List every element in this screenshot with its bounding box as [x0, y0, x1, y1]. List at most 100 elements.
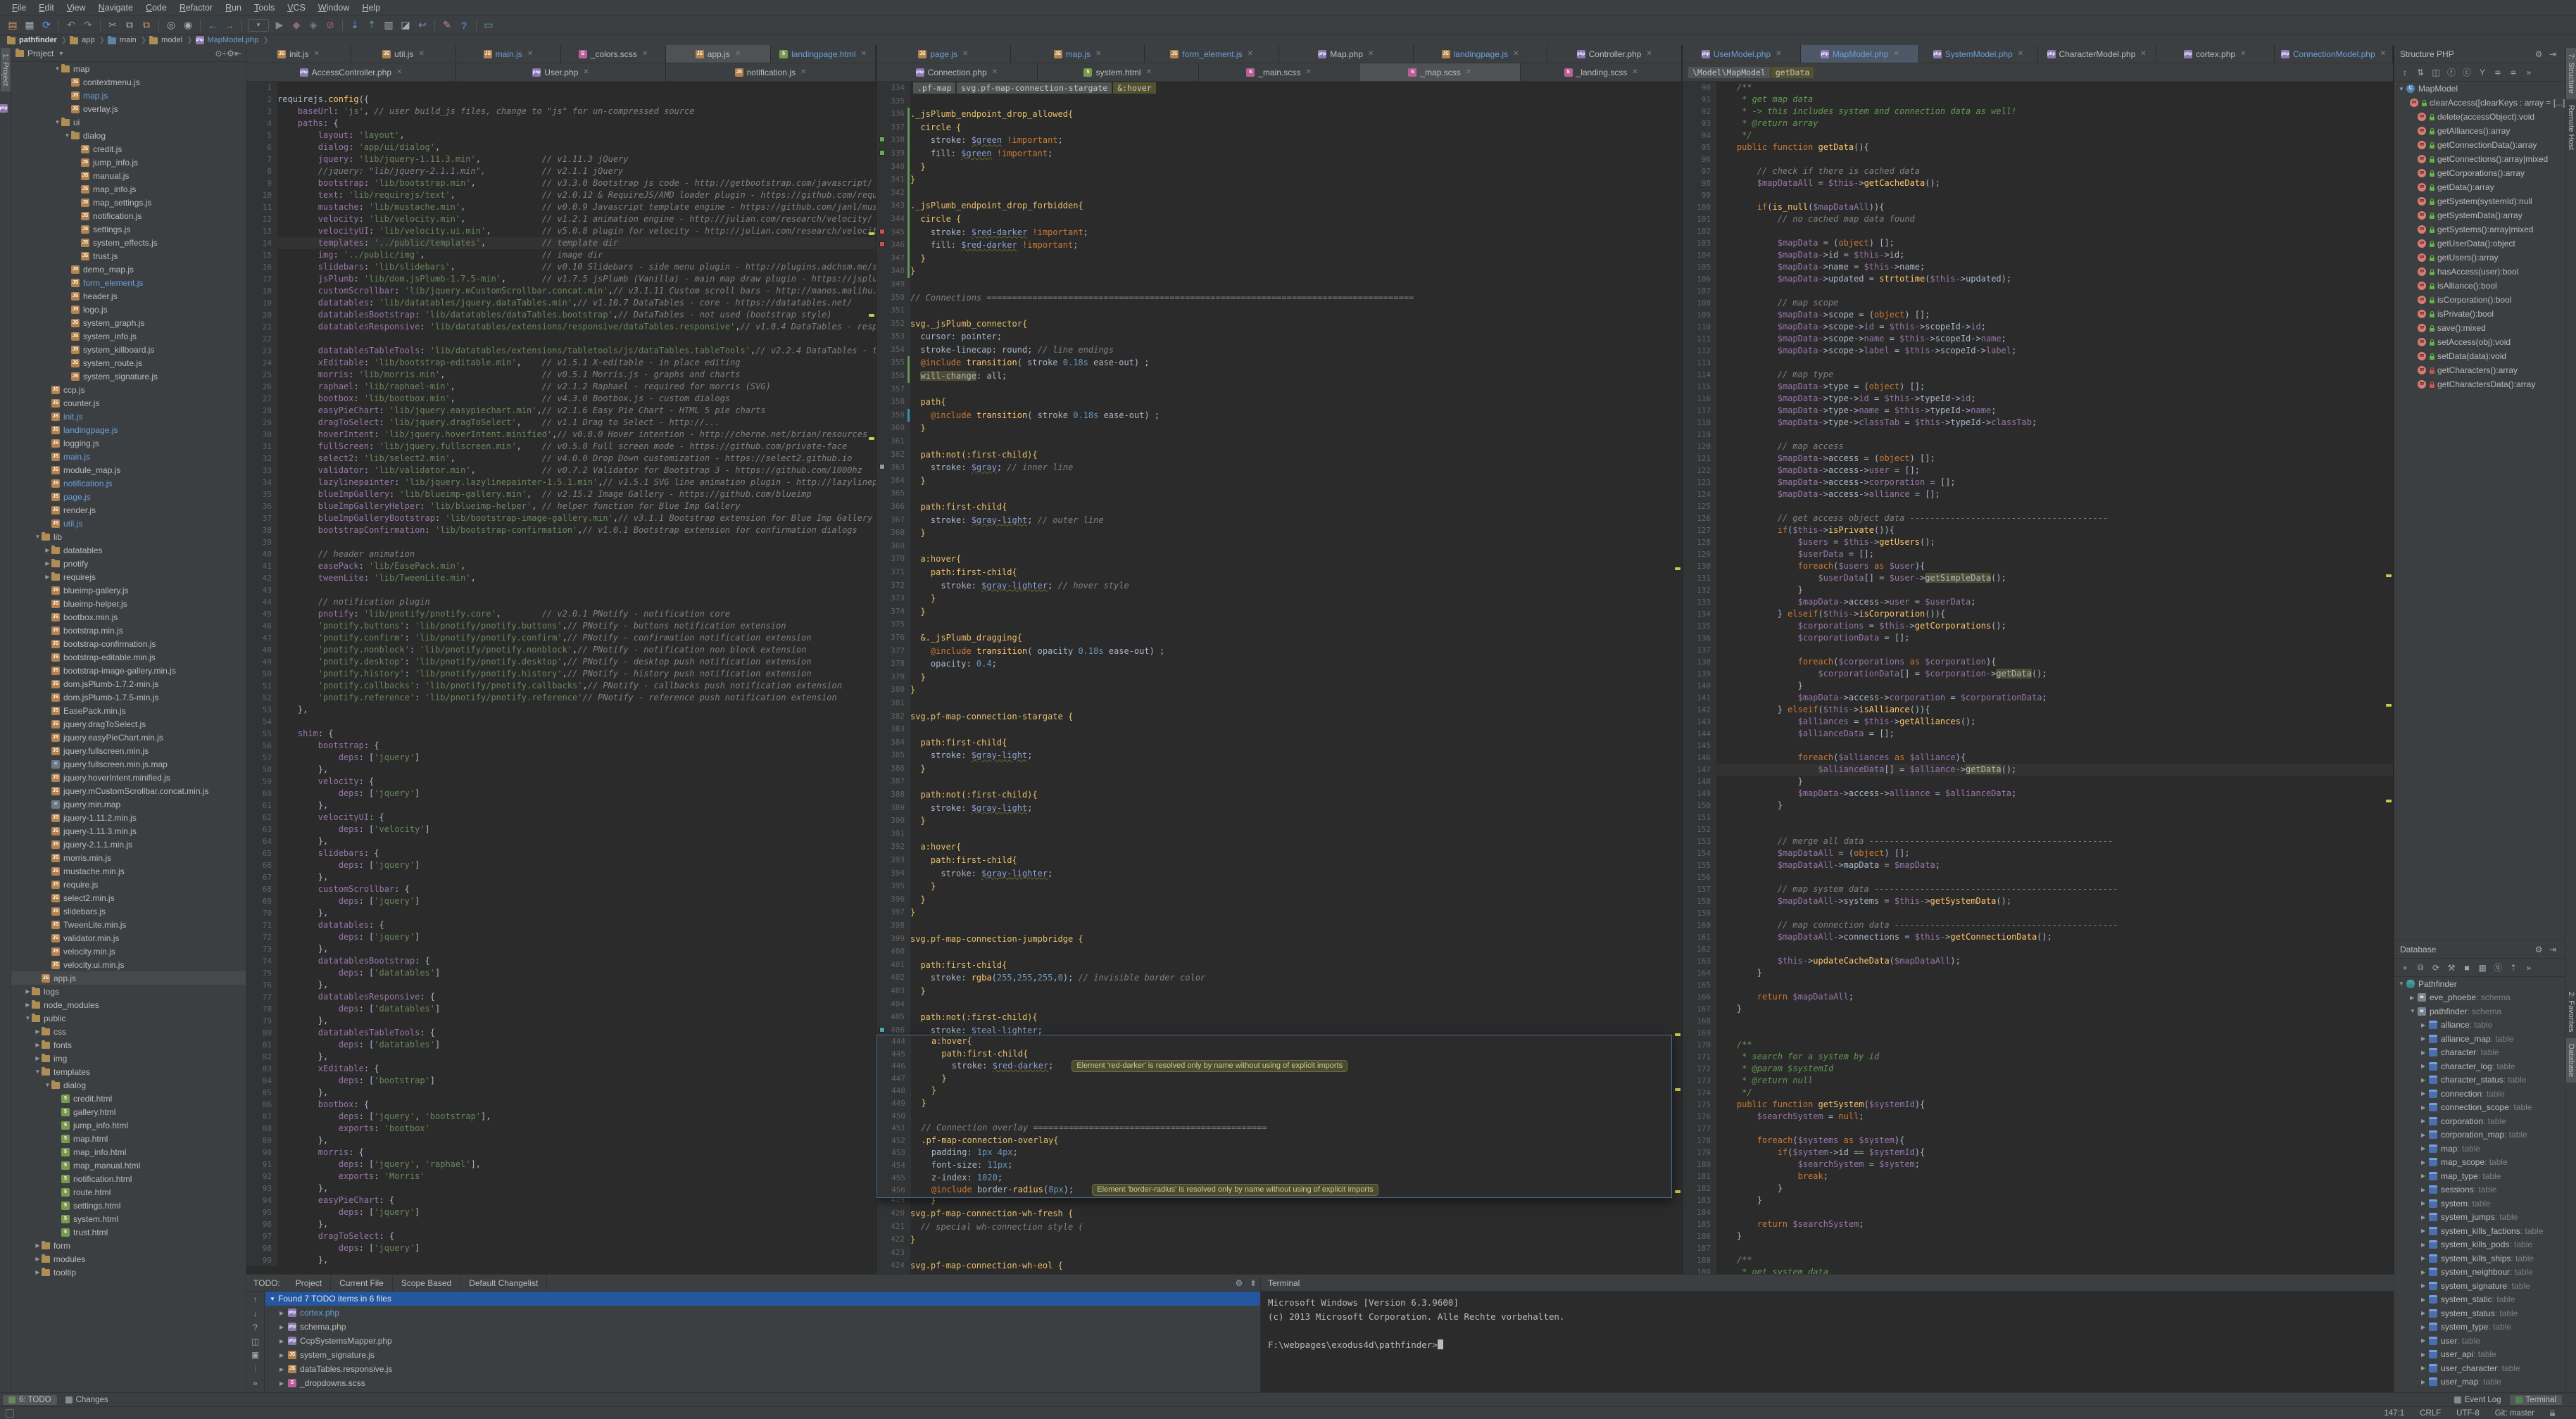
todo-file-row[interactable]: ▶phpschema.php: [265, 1320, 1260, 1334]
code-line[interactable]: 64 },: [246, 835, 876, 847]
close-icon[interactable]: ✕: [1466, 68, 1471, 76]
close-icon[interactable]: ✕: [1095, 50, 1101, 58]
code-line[interactable]: 92 exports: 'Morris': [246, 1171, 876, 1182]
database-tool-icon[interactable]: ⇡: [2506, 963, 2521, 973]
stop-icon[interactable]: ⊘: [322, 18, 339, 33]
todo-side-icon[interactable]: ▣: [249, 1350, 263, 1364]
code-line[interactable]: 49 'pnotify.desktop': 'lib/pnotify/pnoti…: [246, 656, 876, 668]
code-line[interactable]: 158 $mapDataAll->systems = $this->getSys…: [1683, 895, 2393, 907]
tree-item[interactable]: JSbootstrap.min.js: [11, 624, 246, 637]
code-line[interactable]: 348}: [877, 265, 1682, 278]
tree-item[interactable]: JSlogging.js: [11, 436, 246, 450]
tree-item[interactable]: 5system.html: [11, 1212, 246, 1225]
code-line[interactable]: 392 a:hover{: [877, 840, 1682, 854]
database-item[interactable]: ▶sessions: table: [2394, 1183, 2565, 1197]
close-icon[interactable]: ✕: [735, 50, 741, 58]
code-line[interactable]: 449 }: [877, 1097, 1671, 1110]
code-line[interactable]: 385 stroke: $gray-light;: [877, 749, 1682, 762]
editor-tab[interactable]: JSmain.js✕: [456, 45, 561, 63]
editor-tab[interactable]: phpUser.php✕: [456, 63, 666, 81]
structure-item[interactable]: mgetConnections():array|mixed: [2394, 152, 2565, 166]
code-line[interactable]: 85 },: [246, 1087, 876, 1099]
database-item[interactable]: ▼⌗pathfinder: schema: [2394, 1004, 2565, 1018]
code-line[interactable]: 335: [877, 95, 1682, 108]
code-line[interactable]: 137: [1683, 644, 2393, 656]
structure-item[interactable]: mgetCharactersData():array: [2394, 377, 2565, 391]
structure-item[interactable]: msetAccess(obj):void: [2394, 335, 2565, 349]
code-line[interactable]: 189 * get system data: [1683, 1266, 2393, 1274]
code-line[interactable]: 27 bootbox: 'lib/bootbox.min', // v4.3.0…: [246, 393, 876, 405]
editor-tab[interactable]: S_landing.scss✕: [1521, 63, 1682, 81]
code-line[interactable]: 91 * get map data: [1683, 94, 2393, 106]
code-line[interactable]: 19 datatables: 'lib/datatables/jquery.da…: [246, 297, 876, 309]
tree-item[interactable]: JSnotification.js: [11, 477, 246, 490]
project-tool-icon[interactable]: ⚙: [227, 49, 234, 58]
code-line[interactable]: 26 raphael: 'lib/raphael-min', // v2.1.2…: [246, 381, 876, 393]
code-line[interactable]: 358 path{: [877, 396, 1682, 409]
code-line[interactable]: 34 lazylinepainter: 'lib/jquery.lazyline…: [246, 477, 876, 488]
menu-run[interactable]: Run: [219, 3, 248, 13]
code-line[interactable]: 54: [246, 716, 876, 728]
replace-icon[interactable]: ◉: [180, 18, 196, 33]
structure-item[interactable]: mclearAccess([clearKeys : array = [...]]…: [2394, 96, 2565, 110]
tree-item[interactable]: ▶requirejs: [11, 570, 246, 584]
tree-item[interactable]: JSrender.js: [11, 503, 246, 517]
code-line[interactable]: 368 }: [877, 526, 1682, 540]
close-icon[interactable]: ✕: [1513, 50, 1519, 58]
todo-tab-default-changelist[interactable]: Default Changelist: [460, 1275, 547, 1291]
tree-item[interactable]: 5gallery.html: [11, 1105, 246, 1118]
code-line[interactable]: 2requirejs.config({: [246, 94, 876, 106]
code-line[interactable]: 396 }: [877, 893, 1682, 907]
code-line[interactable]: 343._jsPlumb_endpoint_drop_forbidden{: [877, 199, 1682, 213]
code-line[interactable]: 355 @include transition( stroke 0.18s ea…: [877, 356, 1682, 370]
code-line[interactable]: 178 foreach($systems as $system){: [1683, 1135, 2393, 1147]
code-line[interactable]: 95 deps: ['jquery']: [246, 1206, 876, 1218]
code-line[interactable]: 105 $mapData->name = $this->name;: [1683, 261, 2393, 273]
code-line[interactable]: 152: [1683, 824, 2393, 835]
code-line[interactable]: 139 $corporationData[] = $corporation->g…: [1683, 668, 2393, 680]
code-line[interactable]: 161 $mapDataAll->connections = $this->ge…: [1683, 931, 2393, 943]
code-line[interactable]: 90 /**: [1683, 82, 2393, 94]
code-line[interactable]: 57 deps: ['jquery']: [246, 752, 876, 764]
structure-tool-icon[interactable]: Y: [2475, 68, 2490, 77]
code-line[interactable]: 450: [877, 1110, 1671, 1123]
menu-help[interactable]: Help: [356, 3, 387, 13]
structure-item[interactable]: msave():mixed: [2394, 321, 2565, 335]
code-line[interactable]: 423: [877, 1247, 1682, 1260]
todo-side-icon[interactable]: »: [249, 1378, 263, 1392]
code-line[interactable]: 125: [1683, 500, 2393, 512]
code-line[interactable]: 367 stroke: $gray-light; // outer line: [877, 514, 1682, 527]
code-line[interactable]: 11 mustache: 'lib/mustache.min', // v0.0…: [246, 201, 876, 213]
database-item[interactable]: ▶corporation: table: [2394, 1114, 2565, 1128]
code-line[interactable]: 29 dragToSelect: 'lib/jquery.dragToSelec…: [246, 417, 876, 429]
close-icon[interactable]: ✕: [1305, 68, 1311, 76]
code-line[interactable]: 422}: [877, 1233, 1682, 1247]
code-line[interactable]: 424svg.pf-map-connection-wh-eol {: [877, 1259, 1682, 1273]
code-line[interactable]: 167 }: [1683, 1003, 2393, 1015]
patch-icon[interactable]: ◪: [397, 18, 414, 33]
gear-icon[interactable]: ⚙: [2532, 49, 2546, 59]
code-line[interactable]: 361: [877, 435, 1682, 448]
tree-item[interactable]: JSvalidator.min.js: [11, 931, 246, 945]
database-item[interactable]: ▶user_character: table: [2394, 1361, 2565, 1375]
editor-tab[interactable]: S_main.scss✕: [1199, 63, 1360, 81]
code-line[interactable]: 127 if($this->isPrivate()){: [1683, 524, 2393, 536]
tree-item[interactable]: JSmap.js: [11, 89, 246, 102]
code-line[interactable]: 373 }: [877, 592, 1682, 605]
code-line[interactable]: 108 // map scope: [1683, 297, 2393, 309]
code-editor[interactable]: 90 /**91 * get map data92 * -> this incl…: [1683, 82, 2393, 1274]
todo-header-icon[interactable]: ⚙: [1232, 1278, 1246, 1288]
structure-item[interactable]: mgetSystemData():array: [2394, 208, 2565, 222]
code-line[interactable]: 360 }: [877, 422, 1682, 435]
code-line[interactable]: 7 jquery: 'lib/jquery-1.11.3.min', // v1…: [246, 153, 876, 165]
tree-item[interactable]: JScounter.js: [11, 396, 246, 410]
code-line[interactable]: 184: [1683, 1206, 2393, 1218]
editor-tab[interactable]: phpController.php✕: [1547, 45, 1682, 63]
structure-tool-icon[interactable]: »: [2521, 68, 2537, 77]
database-item[interactable]: ▶connection_scope: table: [2394, 1101, 2565, 1115]
code-editor[interactable]: 12requirejs.config({3 baseUrl: 'js', // …: [246, 82, 876, 1274]
code-line[interactable]: 140 }: [1683, 680, 2393, 692]
code-line[interactable]: 43: [246, 584, 876, 596]
todo-file-row[interactable]: ▶JSdataTables.responsive.js: [265, 1362, 1260, 1376]
code-line[interactable]: 67 },: [246, 871, 876, 883]
